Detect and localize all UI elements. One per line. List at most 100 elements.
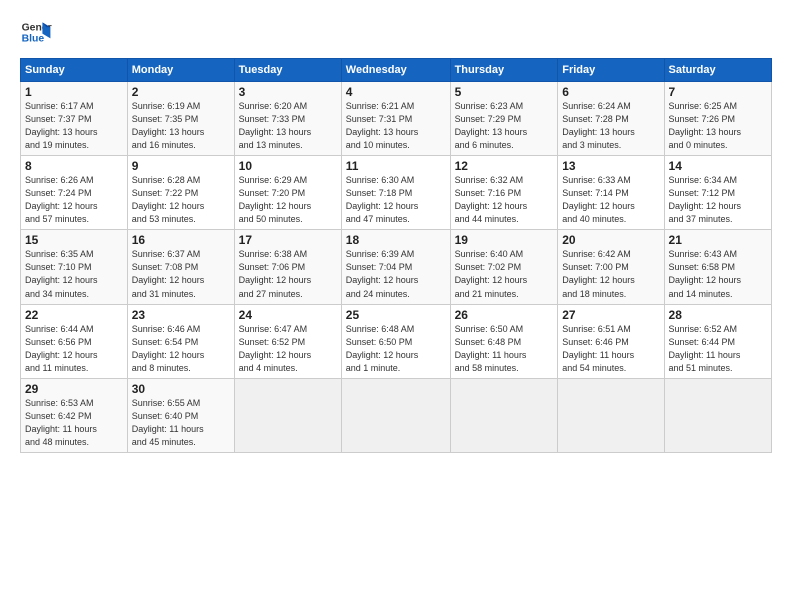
logo: General Blue (20, 16, 52, 48)
table-row: 23Sunrise: 6:46 AM Sunset: 6:54 PM Dayli… (127, 304, 234, 378)
day-info: Sunrise: 6:37 AM Sunset: 7:08 PM Dayligh… (132, 248, 230, 300)
col-wednesday: Wednesday (341, 59, 450, 82)
day-info: Sunrise: 6:51 AM Sunset: 6:46 PM Dayligh… (562, 323, 659, 375)
table-row: 21Sunrise: 6:43 AM Sunset: 6:58 PM Dayli… (664, 230, 771, 304)
day-info: Sunrise: 6:53 AM Sunset: 6:42 PM Dayligh… (25, 397, 123, 449)
day-info: Sunrise: 6:23 AM Sunset: 7:29 PM Dayligh… (455, 100, 554, 152)
table-row: 24Sunrise: 6:47 AM Sunset: 6:52 PM Dayli… (234, 304, 341, 378)
table-row: 29Sunrise: 6:53 AM Sunset: 6:42 PM Dayli… (21, 378, 128, 452)
col-sunday: Sunday (21, 59, 128, 82)
day-number: 1 (25, 85, 123, 99)
day-info: Sunrise: 6:29 AM Sunset: 7:20 PM Dayligh… (239, 174, 337, 226)
table-row: 6Sunrise: 6:24 AM Sunset: 7:28 PM Daylig… (558, 82, 664, 156)
day-number: 3 (239, 85, 337, 99)
day-number: 2 (132, 85, 230, 99)
day-info: Sunrise: 6:19 AM Sunset: 7:35 PM Dayligh… (132, 100, 230, 152)
table-row: 20Sunrise: 6:42 AM Sunset: 7:00 PM Dayli… (558, 230, 664, 304)
day-info: Sunrise: 6:28 AM Sunset: 7:22 PM Dayligh… (132, 174, 230, 226)
day-number: 14 (669, 159, 767, 173)
day-info: Sunrise: 6:55 AM Sunset: 6:40 PM Dayligh… (132, 397, 230, 449)
day-info: Sunrise: 6:46 AM Sunset: 6:54 PM Dayligh… (132, 323, 230, 375)
day-number: 9 (132, 159, 230, 173)
header-row: Sunday Monday Tuesday Wednesday Thursday… (21, 59, 772, 82)
day-info: Sunrise: 6:20 AM Sunset: 7:33 PM Dayligh… (239, 100, 337, 152)
day-info: Sunrise: 6:43 AM Sunset: 6:58 PM Dayligh… (669, 248, 767, 300)
table-row: 2Sunrise: 6:19 AM Sunset: 7:35 PM Daylig… (127, 82, 234, 156)
header: General Blue (20, 16, 772, 48)
day-number: 5 (455, 85, 554, 99)
day-number: 27 (562, 308, 659, 322)
day-info: Sunrise: 6:32 AM Sunset: 7:16 PM Dayligh… (455, 174, 554, 226)
table-row: 30Sunrise: 6:55 AM Sunset: 6:40 PM Dayli… (127, 378, 234, 452)
table-row (341, 378, 450, 452)
day-info: Sunrise: 6:48 AM Sunset: 6:50 PM Dayligh… (346, 323, 446, 375)
table-row: 11Sunrise: 6:30 AM Sunset: 7:18 PM Dayli… (341, 156, 450, 230)
day-number: 8 (25, 159, 123, 173)
day-info: Sunrise: 6:17 AM Sunset: 7:37 PM Dayligh… (25, 100, 123, 152)
table-row: 28Sunrise: 6:52 AM Sunset: 6:44 PM Dayli… (664, 304, 771, 378)
day-number: 22 (25, 308, 123, 322)
day-number: 10 (239, 159, 337, 173)
day-info: Sunrise: 6:24 AM Sunset: 7:28 PM Dayligh… (562, 100, 659, 152)
day-number: 25 (346, 308, 446, 322)
day-number: 30 (132, 382, 230, 396)
day-number: 20 (562, 233, 659, 247)
table-row: 7Sunrise: 6:25 AM Sunset: 7:26 PM Daylig… (664, 82, 771, 156)
day-number: 13 (562, 159, 659, 173)
table-row: 5Sunrise: 6:23 AM Sunset: 7:29 PM Daylig… (450, 82, 558, 156)
table-row: 25Sunrise: 6:48 AM Sunset: 6:50 PM Dayli… (341, 304, 450, 378)
col-friday: Friday (558, 59, 664, 82)
day-number: 11 (346, 159, 446, 173)
svg-text:Blue: Blue (22, 34, 45, 45)
table-row: 26Sunrise: 6:50 AM Sunset: 6:48 PM Dayli… (450, 304, 558, 378)
table-row: 18Sunrise: 6:39 AM Sunset: 7:04 PM Dayli… (341, 230, 450, 304)
day-info: Sunrise: 6:34 AM Sunset: 7:12 PM Dayligh… (669, 174, 767, 226)
table-row (664, 378, 771, 452)
day-info: Sunrise: 6:40 AM Sunset: 7:02 PM Dayligh… (455, 248, 554, 300)
day-info: Sunrise: 6:21 AM Sunset: 7:31 PM Dayligh… (346, 100, 446, 152)
calendar-row: 22Sunrise: 6:44 AM Sunset: 6:56 PM Dayli… (21, 304, 772, 378)
table-row: 3Sunrise: 6:20 AM Sunset: 7:33 PM Daylig… (234, 82, 341, 156)
day-number: 12 (455, 159, 554, 173)
day-number: 17 (239, 233, 337, 247)
table-row: 17Sunrise: 6:38 AM Sunset: 7:06 PM Dayli… (234, 230, 341, 304)
day-number: 28 (669, 308, 767, 322)
day-number: 6 (562, 85, 659, 99)
table-row (558, 378, 664, 452)
table-row: 4Sunrise: 6:21 AM Sunset: 7:31 PM Daylig… (341, 82, 450, 156)
logo-icon: General Blue (20, 16, 52, 48)
col-tuesday: Tuesday (234, 59, 341, 82)
day-number: 29 (25, 382, 123, 396)
calendar-row: 8Sunrise: 6:26 AM Sunset: 7:24 PM Daylig… (21, 156, 772, 230)
table-row: 22Sunrise: 6:44 AM Sunset: 6:56 PM Dayli… (21, 304, 128, 378)
page: General Blue Sunday Monday Tuesday Wedne… (0, 0, 792, 463)
day-number: 19 (455, 233, 554, 247)
calendar-table: Sunday Monday Tuesday Wednesday Thursday… (20, 58, 772, 453)
table-row: 1Sunrise: 6:17 AM Sunset: 7:37 PM Daylig… (21, 82, 128, 156)
calendar-row: 1Sunrise: 6:17 AM Sunset: 7:37 PM Daylig… (21, 82, 772, 156)
day-number: 7 (669, 85, 767, 99)
table-row: 27Sunrise: 6:51 AM Sunset: 6:46 PM Dayli… (558, 304, 664, 378)
day-info: Sunrise: 6:44 AM Sunset: 6:56 PM Dayligh… (25, 323, 123, 375)
table-row: 15Sunrise: 6:35 AM Sunset: 7:10 PM Dayli… (21, 230, 128, 304)
day-info: Sunrise: 6:25 AM Sunset: 7:26 PM Dayligh… (669, 100, 767, 152)
day-info: Sunrise: 6:42 AM Sunset: 7:00 PM Dayligh… (562, 248, 659, 300)
day-info: Sunrise: 6:52 AM Sunset: 6:44 PM Dayligh… (669, 323, 767, 375)
table-row (234, 378, 341, 452)
table-row: 19Sunrise: 6:40 AM Sunset: 7:02 PM Dayli… (450, 230, 558, 304)
day-info: Sunrise: 6:35 AM Sunset: 7:10 PM Dayligh… (25, 248, 123, 300)
day-number: 24 (239, 308, 337, 322)
table-row: 16Sunrise: 6:37 AM Sunset: 7:08 PM Dayli… (127, 230, 234, 304)
day-info: Sunrise: 6:47 AM Sunset: 6:52 PM Dayligh… (239, 323, 337, 375)
table-row: 12Sunrise: 6:32 AM Sunset: 7:16 PM Dayli… (450, 156, 558, 230)
day-number: 23 (132, 308, 230, 322)
day-number: 26 (455, 308, 554, 322)
table-row: 8Sunrise: 6:26 AM Sunset: 7:24 PM Daylig… (21, 156, 128, 230)
col-saturday: Saturday (664, 59, 771, 82)
table-row (450, 378, 558, 452)
day-info: Sunrise: 6:38 AM Sunset: 7:06 PM Dayligh… (239, 248, 337, 300)
col-monday: Monday (127, 59, 234, 82)
day-info: Sunrise: 6:50 AM Sunset: 6:48 PM Dayligh… (455, 323, 554, 375)
day-number: 21 (669, 233, 767, 247)
day-info: Sunrise: 6:26 AM Sunset: 7:24 PM Dayligh… (25, 174, 123, 226)
